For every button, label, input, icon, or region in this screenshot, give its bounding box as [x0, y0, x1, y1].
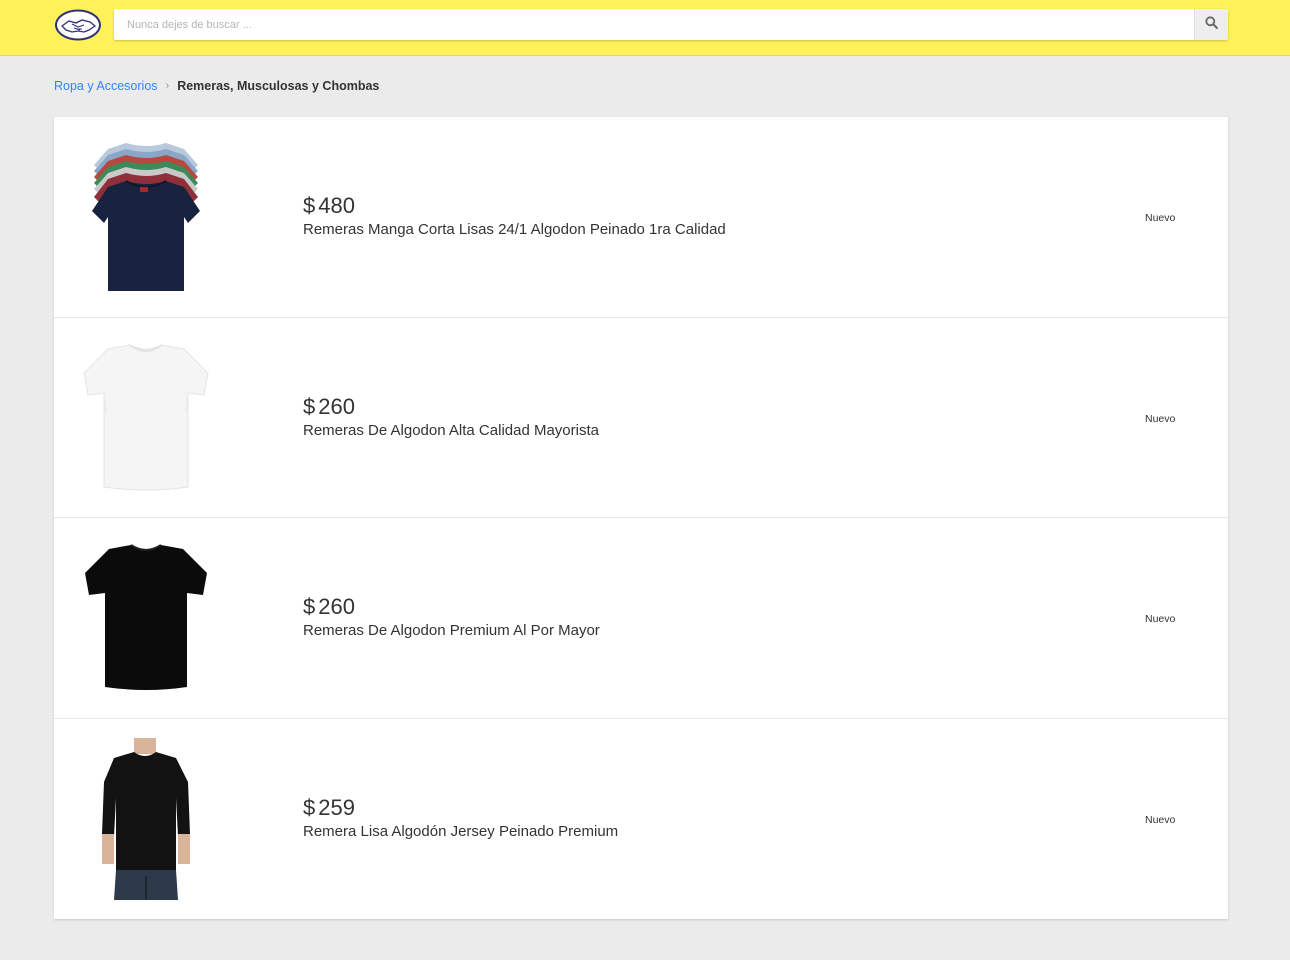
search-button[interactable] [1194, 9, 1228, 40]
list-item[interactable]: $259 Remera Lisa Algodón Jersey Peinado … [54, 719, 1228, 920]
item-title[interactable]: Remeras De Algodon Alta Calidad Mayorist… [303, 421, 599, 440]
search-box [114, 9, 1228, 40]
item-info: $480 Remeras Manga Corta Lisas 24/1 Algo… [303, 193, 726, 239]
results-list: $480 Remeras Manga Corta Lisas 24/1 Algo… [54, 117, 1228, 919]
item-condition: Nuevo [1145, 412, 1176, 425]
item-info: $260 Remeras De Algodon Premium Al Por M… [303, 594, 600, 640]
item-price: $259 [303, 795, 618, 821]
search-icon [1205, 15, 1218, 34]
currency-symbol: $ [303, 193, 316, 218]
product-image-man-wearing-black-tshirt[interactable] [66, 737, 226, 900]
handshake-logo-icon[interactable] [54, 8, 102, 42]
item-info: $259 Remera Lisa Algodón Jersey Peinado … [303, 795, 618, 841]
breadcrumb-link-ropa-y-accesorios[interactable]: Ropa y Accesorios [54, 79, 158, 93]
price-amount: 259 [318, 794, 355, 820]
item-condition: Nuevo [1145, 613, 1176, 625]
price-amount: 260 [318, 594, 355, 619]
item-title[interactable]: Remeras De Algodon Premium Al Por Mayor [303, 621, 600, 640]
item-title[interactable]: Remeras Manga Corta Lisas 24/1 Algodon P… [303, 220, 726, 239]
item-price: $480 [303, 193, 726, 219]
price-amount: 480 [318, 193, 355, 218]
item-price: $260 [303, 594, 600, 620]
product-image-stacked-colored-tshirts[interactable] [66, 137, 226, 297]
header-bar [0, 0, 1290, 56]
list-item[interactable]: $260 Remeras De Algodon Alta Calidad May… [54, 318, 1228, 518]
product-image-black-tshirt[interactable] [66, 538, 226, 698]
currency-symbol: $ [303, 393, 316, 419]
breadcrumb: Ropa y Accesorios › Remeras, Musculosas … [54, 77, 379, 95]
chevron-right-icon: › [165, 80, 170, 92]
list-item[interactable]: $260 Remeras De Algodon Premium Al Por M… [54, 518, 1228, 719]
item-condition: Nuevo [1145, 212, 1176, 224]
currency-symbol: $ [303, 594, 316, 619]
breadcrumb-current: Remeras, Musculosas y Chombas [177, 79, 380, 93]
list-item[interactable]: $480 Remeras Manga Corta Lisas 24/1 Algo… [54, 117, 1228, 318]
item-info: $260 Remeras De Algodon Alta Calidad May… [303, 394, 599, 440]
item-condition: Nuevo [1145, 813, 1176, 826]
item-price: $260 [303, 394, 599, 420]
item-title[interactable]: Remera Lisa Algodón Jersey Peinado Premi… [303, 822, 618, 841]
product-image-white-tshirt[interactable] [66, 338, 226, 498]
search-input[interactable] [114, 9, 1194, 40]
price-amount: 260 [318, 393, 355, 419]
currency-symbol: $ [303, 794, 316, 820]
